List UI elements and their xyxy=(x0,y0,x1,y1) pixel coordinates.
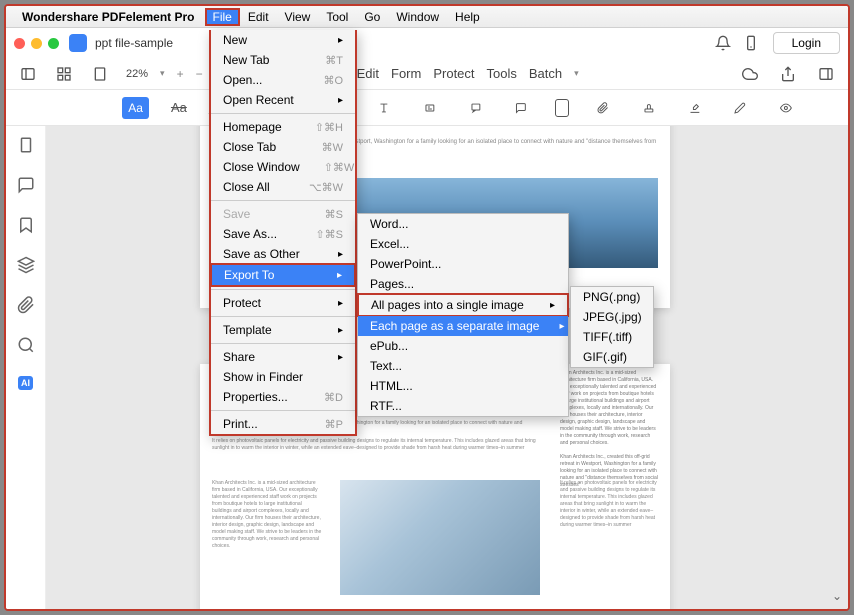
tool-protect[interactable]: Protect xyxy=(433,66,474,81)
file-menu-dropdown: NewNew Tab⌘TOpen...⌘OOpen Recent Homepage… xyxy=(209,30,357,436)
tool-tools[interactable]: Tools xyxy=(487,66,517,81)
file-menu-item-close-all[interactable]: Close All⌥⌘W xyxy=(211,177,355,197)
scroll-down-icon[interactable]: ⌄ xyxy=(832,589,842,603)
file-menu-item-show-in-finder[interactable]: Show in Finder xyxy=(211,367,355,387)
file-menu-item-template[interactable]: Template xyxy=(211,320,355,340)
highlight-icon[interactable] xyxy=(689,100,701,116)
format-menu-item-jpeg-jpg-[interactable]: JPEG(.jpg) xyxy=(571,307,653,327)
format-ribbon: Aa Aa Aa xyxy=(6,90,848,126)
maximize-window-button[interactable] xyxy=(48,38,59,49)
export-menu-item-excel-[interactable]: Excel... xyxy=(358,234,568,254)
file-menu-item-new[interactable]: New xyxy=(211,30,355,50)
menu-edit[interactable]: Edit xyxy=(240,8,277,26)
export-menu-item-word-[interactable]: Word... xyxy=(358,214,568,234)
callout-icon[interactable] xyxy=(470,100,482,116)
export-menu-item-rtf-[interactable]: RTF... xyxy=(358,396,568,416)
single-page-icon[interactable] xyxy=(92,66,108,82)
menu-help[interactable]: Help xyxy=(447,8,488,26)
rectangle-tool-icon[interactable] xyxy=(555,99,569,117)
p2-body-2: Khan Architects Inc. is a mid-sized arch… xyxy=(212,480,322,550)
tool-batch[interactable]: Batch xyxy=(529,66,562,81)
attachments-icon[interactable] xyxy=(17,296,35,314)
search-icon[interactable] xyxy=(17,336,35,354)
cloud-icon[interactable] xyxy=(742,66,758,82)
grid-view-icon[interactable] xyxy=(56,66,72,82)
menu-window[interactable]: Window xyxy=(388,8,447,26)
file-menu-item-open-[interactable]: Open...⌘O xyxy=(211,70,355,90)
app-icon xyxy=(69,34,87,52)
page-thumbnails-icon[interactable] xyxy=(17,136,35,154)
export-menu-item-html-[interactable]: HTML... xyxy=(358,376,568,396)
file-menu-item-close-window[interactable]: Close Window⇧⌘W xyxy=(211,157,355,177)
file-menu-item-open-recent[interactable]: Open Recent xyxy=(211,90,355,110)
note-icon[interactable] xyxy=(515,100,527,116)
p2-right-col-1: Khan Architects Inc. is a mid-sized arch… xyxy=(560,370,658,447)
minimize-window-button[interactable] xyxy=(31,38,42,49)
left-sidebar: AI xyxy=(6,126,46,609)
text-tool-active[interactable]: Aa xyxy=(122,97,149,119)
text-box-icon[interactable] xyxy=(424,100,436,116)
export-menu-item-powerpoint-[interactable]: PowerPoint... xyxy=(358,254,568,274)
secondary-toolbar: 22% ▾ + − Edit Form Protect Tools Batch … xyxy=(6,58,848,90)
app-name[interactable]: Wondershare PDFelement Pro xyxy=(22,10,195,24)
file-menu-item-print-[interactable]: Print...⌘P xyxy=(211,414,355,434)
document-tab-name[interactable]: ppt file-sample xyxy=(95,36,173,50)
menu-tool[interactable]: Tool xyxy=(318,8,356,26)
export-menu-item-epub-[interactable]: ePub... xyxy=(358,336,568,356)
p2-building-image xyxy=(340,480,540,595)
file-menu-item-save-as-other[interactable]: Save as Other xyxy=(211,244,355,264)
menu-go[interactable]: Go xyxy=(356,8,388,26)
image-format-submenu: PNG(.png)JPEG(.jpg)TIFF(.tiff)GIF(.gif) xyxy=(570,286,654,368)
file-menu-item-new-tab[interactable]: New Tab⌘T xyxy=(211,50,355,70)
panel-toggle-icon[interactable] xyxy=(818,66,834,82)
pencil-icon[interactable] xyxy=(734,100,746,116)
export-menu-item-pages-[interactable]: Pages... xyxy=(358,274,568,294)
login-button[interactable]: Login xyxy=(773,32,840,54)
bookmarks-icon[interactable] xyxy=(17,216,35,234)
zoom-level[interactable]: 22% xyxy=(126,68,148,80)
file-menu-item-share[interactable]: Share xyxy=(211,347,355,367)
macos-menubar: Wondershare PDFelement Pro File Edit Vie… xyxy=(6,6,848,28)
tool-edit[interactable]: Edit xyxy=(357,66,379,81)
zoom-out-button[interactable]: − xyxy=(196,67,203,81)
p2-body-1b: It relies on photovoltaic panels for ele… xyxy=(212,438,540,452)
notifications-icon[interactable] xyxy=(715,35,731,51)
attachment-icon[interactable] xyxy=(597,100,609,116)
batch-chevron-icon[interactable]: ▾ xyxy=(574,68,579,79)
file-menu-item-save-as-[interactable]: Save As...⇧⌘S xyxy=(211,224,355,244)
file-menu-item-export-to[interactable]: Export To xyxy=(210,263,356,287)
sidebar-toggle-icon[interactable] xyxy=(20,66,36,82)
p2-body-3: It relies on photovoltaic panels for ele… xyxy=(560,480,658,529)
file-menu-item-properties-[interactable]: Properties...⌘D xyxy=(211,387,355,407)
format-menu-item-png-png-[interactable]: PNG(.png) xyxy=(571,287,653,307)
mobile-icon[interactable] xyxy=(743,35,759,51)
menu-view[interactable]: View xyxy=(277,8,319,26)
format-menu-item-gif-gif-[interactable]: GIF(.gif) xyxy=(571,347,653,367)
format-menu-item-tiff-tiff-[interactable]: TIFF(.tiff) xyxy=(571,327,653,347)
menu-file[interactable]: File xyxy=(205,8,240,26)
ai-badge[interactable]: AI xyxy=(18,376,33,390)
export-menu-item-each-page-as-a-separate-image[interactable]: Each page as a separate image xyxy=(358,316,568,336)
file-menu-item-protect[interactable]: Protect xyxy=(211,293,355,313)
zoom-in-button[interactable]: + xyxy=(177,67,184,81)
text-cursor-icon[interactable] xyxy=(378,100,390,116)
file-menu-item-save[interactable]: Save⌘S xyxy=(211,204,355,224)
strikethrough-tool[interactable]: Aa xyxy=(171,100,187,115)
zoom-chevron-icon[interactable]: ▾ xyxy=(160,68,165,79)
traffic-lights xyxy=(14,38,59,49)
export-menu-item-all-pages-into-a-single-image[interactable]: All pages into a single image xyxy=(357,293,569,317)
window-titlebar: ppt file-sample Login xyxy=(6,28,848,58)
export-to-submenu: Word...Excel...PowerPoint...Pages...All … xyxy=(357,213,569,417)
tool-form[interactable]: Form xyxy=(391,66,421,81)
file-menu-item-close-tab[interactable]: Close Tab⌘W xyxy=(211,137,355,157)
share-icon[interactable] xyxy=(780,66,796,82)
stamp-icon[interactable] xyxy=(643,100,655,116)
file-menu-item-homepage[interactable]: Homepage⇧⌘H xyxy=(211,117,355,137)
export-menu-item-text-[interactable]: Text... xyxy=(358,356,568,376)
eye-icon[interactable] xyxy=(780,100,792,116)
comments-icon[interactable] xyxy=(17,176,35,194)
layers-icon[interactable] xyxy=(17,256,35,274)
close-window-button[interactable] xyxy=(14,38,25,49)
